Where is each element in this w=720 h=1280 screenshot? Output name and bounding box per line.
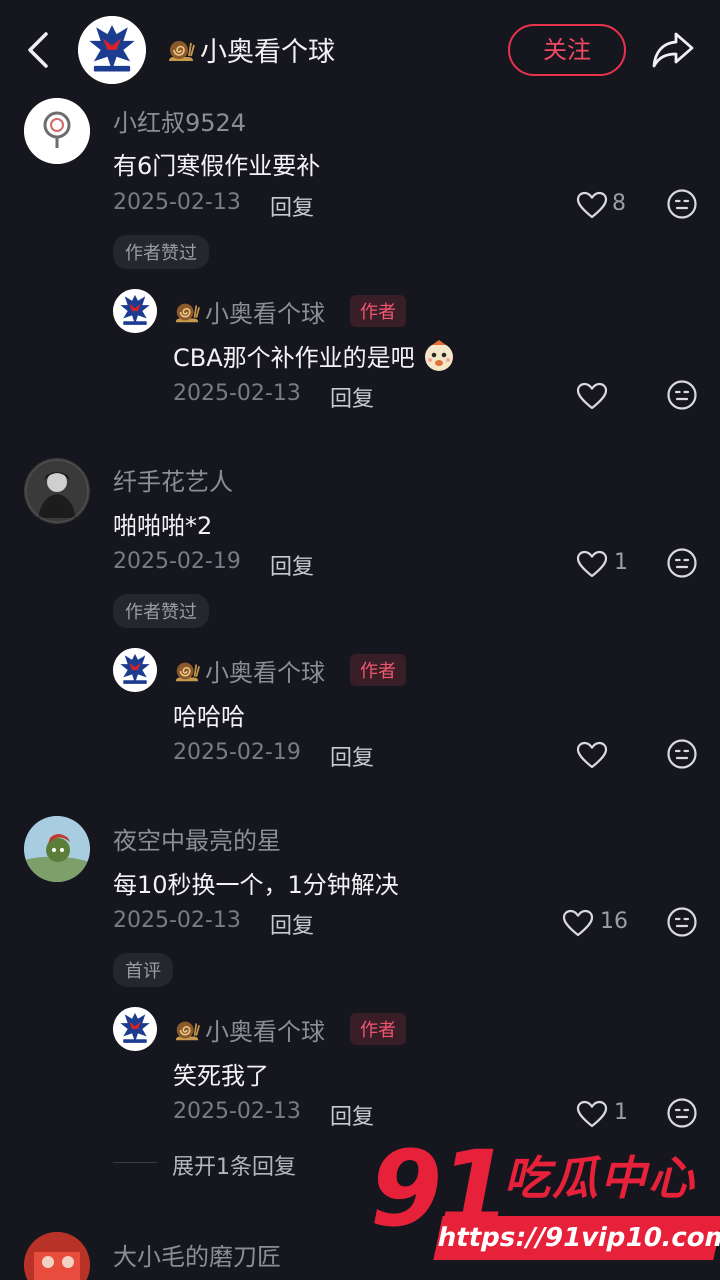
author-tag: 作者 [350, 654, 406, 686]
channel-name: 小奥看个球 [200, 37, 335, 68]
reply-button[interactable]: 回复 [330, 740, 374, 772]
author-liked-chip: 作者赞过 [113, 594, 209, 628]
like-button[interactable] [576, 736, 616, 776]
user-avatar[interactable] [24, 1232, 90, 1280]
share-arrow-icon [652, 32, 694, 68]
share-button[interactable] [650, 28, 696, 72]
comment-text: 每10秒换一个，1分钟解决 [113, 871, 399, 899]
comment-username[interactable]: 大小毛的磨刀匠 [113, 1237, 281, 1272]
snail-emoji-icon [166, 35, 196, 65]
like-count: 16 [600, 909, 628, 934]
like-count: 1 [614, 550, 628, 575]
reply-text: 哈哈哈 [173, 703, 245, 731]
heart-outline-icon [576, 381, 608, 413]
reply-button[interactable]: 回复 [270, 190, 314, 222]
reply-button[interactable]: 回复 [270, 908, 314, 940]
reply-date: 2025-02-13 [173, 1099, 301, 1124]
comment-text: 有6门寒假作业要补 [113, 152, 321, 180]
author-liked-chip: 作者赞过 [113, 235, 209, 269]
reply-avatar[interactable] [113, 1007, 157, 1051]
reply-avatar[interactable] [113, 648, 157, 692]
like-count: 1 [614, 1100, 628, 1125]
top-bar: 小奥看个球 关注 [0, 0, 720, 100]
follow-button[interactable]: 关注 [508, 24, 626, 76]
divider [113, 1162, 157, 1163]
comment-username[interactable]: 小红叔9524 [113, 103, 246, 138]
reply-button[interactable]: 回复 [330, 381, 374, 413]
like-button[interactable]: 16 [562, 904, 636, 944]
like-button[interactable]: 8 [576, 186, 636, 226]
watermark-brand: 吃瓜中心 [504, 1151, 696, 1205]
comment-username[interactable]: 夜空中最亮的星 [113, 821, 281, 856]
like-count: 8 [612, 191, 626, 216]
channel-title: 小奥看个球 [166, 30, 335, 69]
user-avatar[interactable] [24, 816, 90, 882]
expand-replies-button[interactable]: 展开1条回复 [172, 1149, 296, 1181]
meh-face-icon[interactable] [666, 738, 698, 770]
heart-outline-icon [576, 740, 608, 772]
ghost-emoji-icon [425, 340, 454, 371]
watermark-url: https://91vip10.com [433, 1216, 720, 1260]
meh-face-icon[interactable] [666, 379, 698, 411]
reply-button[interactable]: 回复 [270, 549, 314, 581]
heart-outline-icon [576, 190, 608, 222]
snail-emoji-icon [173, 298, 201, 326]
meh-face-icon[interactable] [666, 1097, 698, 1129]
like-button[interactable]: 1 [576, 545, 636, 585]
chevron-left-icon [28, 32, 48, 68]
reply-button[interactable]: 回复 [330, 1099, 374, 1131]
snail-emoji-icon [173, 1016, 201, 1044]
heart-outline-icon [576, 1099, 608, 1131]
comment-date: 2025-02-13 [113, 908, 241, 933]
reply-username[interactable]: 小奥看个球 [173, 1012, 325, 1047]
comment-date: 2025-02-13 [113, 190, 241, 215]
meh-face-icon[interactable] [666, 188, 698, 220]
heart-outline-icon [562, 908, 594, 940]
meh-face-icon[interactable] [666, 547, 698, 579]
heart-outline-icon [576, 549, 608, 581]
reply-date: 2025-02-13 [173, 381, 301, 406]
author-tag: 作者 [350, 1013, 406, 1045]
reply-date: 2025-02-19 [173, 740, 301, 765]
like-button[interactable] [576, 377, 616, 417]
comment-username[interactable]: 纤手花艺人 [113, 462, 233, 497]
watermark: 91 吃瓜中心 https://91vip10.com [370, 1128, 720, 1268]
snail-emoji-icon [173, 657, 201, 685]
comment-text: 啪啪啪*2 [113, 512, 213, 540]
reply-text: 笑死我了 [173, 1062, 269, 1090]
reply-avatar[interactable] [113, 289, 157, 333]
reply-text: CBA那个补作业的是吧 [173, 338, 456, 373]
meh-face-icon[interactable] [666, 906, 698, 938]
comment-date: 2025-02-19 [113, 549, 241, 574]
reply-username[interactable]: 小奥看个球 [173, 653, 325, 688]
user-avatar[interactable] [24, 458, 90, 524]
author-tag: 作者 [350, 295, 406, 327]
channel-avatar[interactable] [78, 16, 146, 84]
reply-username[interactable]: 小奥看个球 [173, 294, 325, 329]
first-comment-chip: 首评 [113, 953, 173, 987]
user-avatar[interactable] [24, 98, 90, 164]
back-button[interactable] [22, 28, 58, 72]
